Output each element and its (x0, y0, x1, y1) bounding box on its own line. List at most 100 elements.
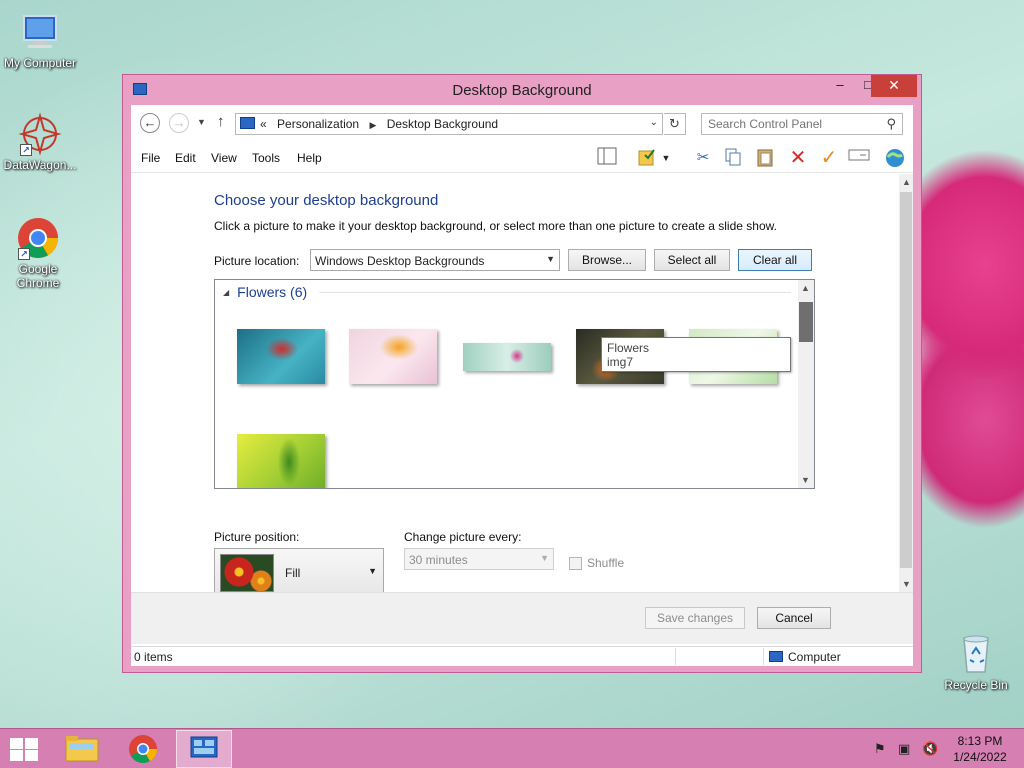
recent-pages-dropdown[interactable]: ▼ (197, 117, 206, 127)
picture-location-select[interactable]: Windows Desktop Backgrounds ▼ (310, 249, 560, 271)
copy-icon[interactable] (721, 147, 745, 169)
cut-icon[interactable]: ✂ (691, 147, 715, 169)
volume-muted-icon[interactable]: 🔇 (922, 741, 938, 757)
thumbnail-flower-3[interactable] (463, 343, 551, 371)
breadcrumb: « Personalization ▶ Desktop Background (260, 117, 505, 131)
breadcrumb-overflow[interactable]: « (260, 117, 267, 131)
thumbnail-flower-2[interactable] (349, 329, 437, 384)
menu-view[interactable]: View (211, 151, 237, 165)
address-dropdown-icon[interactable]: ⌄ (650, 117, 658, 128)
breadcrumb-personalization[interactable]: Personalization (277, 117, 359, 131)
picture-position-value: Fill (285, 566, 301, 580)
search-input[interactable] (708, 117, 868, 131)
taskbar: ⚑ ▣ 🔇 8:13 PM 1/24/2022 (0, 728, 1024, 768)
picture-location-label: Picture location: (214, 254, 300, 268)
network-icon[interactable]: ▣ (898, 741, 910, 757)
select-all-button[interactable]: Select all (654, 249, 730, 271)
breadcrumb-separator-icon[interactable]: ▶ (369, 120, 376, 130)
thumbnail-flower-6[interactable] (237, 434, 325, 488)
scroll-up-icon[interactable]: ▲ (801, 283, 810, 293)
chrome-icon: ↗ (16, 216, 60, 260)
menu-tools[interactable]: Tools (252, 151, 280, 165)
gallery-scroll-thumb[interactable] (799, 302, 813, 342)
refresh-button[interactable]: ↻ (664, 113, 686, 135)
chevron-down-icon: ▼ (540, 553, 549, 563)
menu-bar: File Edit View Tools Help ▼ ✂ ✕ ✓ (131, 143, 913, 173)
collapse-triangle-icon[interactable]: ◢ (223, 288, 229, 297)
system-clock[interactable]: 8:13 PM 1/24/2022 (950, 733, 1010, 765)
folder-icon (65, 736, 99, 762)
control-panel-icon (190, 736, 218, 758)
menu-help[interactable]: Help (297, 151, 322, 165)
check-icon[interactable]: ✓ (817, 147, 841, 169)
desktop-background-window: Desktop Background – □ ✕ ← → ▼ ↑ « Perso… (122, 74, 922, 673)
search-icon[interactable]: ⚲ (886, 116, 896, 132)
main-content: Choose your desktop background Click a p… (131, 174, 913, 598)
desktop-icon-datawagon[interactable]: ↗ DataWagon... (0, 112, 80, 172)
delete-icon[interactable]: ✕ (786, 147, 810, 169)
window-client: ← → ▼ ↑ « Personalization ▶ Desktop Back… (131, 105, 913, 666)
desktop-icon-recycle-bin[interactable]: Recycle Bin (936, 632, 1016, 692)
taskbar-control-panel[interactable] (176, 730, 232, 768)
desktop-icon-label: DataWagon... (3, 158, 77, 172)
chevron-down-icon: ▼ (546, 254, 555, 264)
search-box[interactable]: ⚲ (701, 113, 903, 135)
save-changes-button[interactable]: Save changes (645, 607, 745, 629)
cancel-button[interactable]: Cancel (757, 607, 831, 629)
status-divider (675, 648, 676, 665)
desktop-icon-my-computer[interactable]: My Computer (0, 10, 80, 70)
scroll-up-icon[interactable]: ▲ (902, 177, 911, 187)
status-bar: 0 items Computer (131, 646, 913, 666)
action-center-flag-icon[interactable]: ⚑ (874, 741, 886, 757)
forward-button[interactable]: → (169, 113, 189, 133)
taskbar-file-explorer[interactable] (54, 730, 110, 768)
recycle-bin-icon (954, 632, 998, 676)
desktop-icon-label: Google Chrome (16, 262, 60, 290)
window-title: Desktop Background (452, 82, 592, 99)
dialog-footer: Save changes Cancel (131, 592, 913, 644)
rename-icon[interactable] (847, 147, 871, 169)
taskbar-google-chrome[interactable] (115, 730, 171, 768)
menu-edit[interactable]: Edit (175, 151, 196, 165)
layout-icon[interactable] (595, 147, 619, 169)
page-description: Click a picture to make it your desktop … (214, 219, 777, 233)
windows-logo-icon (25, 738, 38, 749)
thumbnail-tooltip: Flowers img7 (601, 337, 791, 372)
content-scrollbar[interactable]: ▲ ▼ (899, 174, 913, 592)
windows-logo-icon (25, 750, 38, 761)
breadcrumb-desktop-background[interactable]: Desktop Background (387, 117, 498, 131)
scroll-down-icon[interactable]: ▼ (902, 579, 911, 589)
close-button[interactable]: ✕ (871, 75, 917, 97)
change-interval-select[interactable]: 30 minutes ▼ (404, 548, 554, 570)
group-header-flowers[interactable]: ◢ Flowers (6) (223, 284, 307, 300)
paste-icon[interactable] (753, 147, 777, 169)
globe-icon[interactable] (883, 147, 907, 169)
minimize-button[interactable]: – (826, 75, 854, 97)
clock-time: 8:13 PM (957, 734, 1003, 748)
back-button[interactable]: ← (140, 113, 160, 133)
title-bar[interactable]: Desktop Background – □ ✕ (123, 75, 921, 105)
shortcut-arrow-icon: ↗ (18, 248, 30, 260)
content-scroll-thumb[interactable] (900, 192, 912, 568)
menu-file[interactable]: File (141, 151, 160, 165)
properties-icon[interactable] (635, 147, 659, 169)
chevron-down-icon[interactable]: ▼ (659, 147, 673, 169)
change-interval-value: 30 minutes (409, 553, 468, 567)
browse-button[interactable]: Browse... (568, 249, 646, 271)
shuffle-checkbox[interactable] (569, 557, 582, 570)
desktop-icon-google-chrome[interactable]: ↗ Google Chrome (0, 216, 78, 290)
chrome-icon (129, 735, 157, 763)
thumbnail-flower-1[interactable] (237, 329, 325, 384)
start-button[interactable] (8, 737, 38, 761)
up-button[interactable]: ↑ (217, 113, 225, 130)
navigation-bar: ← → ▼ ↑ « Personalization ▶ Desktop Back… (131, 105, 913, 143)
picture-position-select[interactable]: Fill ▼ (214, 548, 384, 598)
clear-all-button[interactable]: Clear all (738, 249, 812, 271)
desktop-icon-label: Recycle Bin (944, 678, 1008, 692)
address-bar[interactable]: « Personalization ▶ Desktop Background ⌄ (235, 113, 663, 135)
change-picture-label: Change picture every: (404, 530, 522, 544)
tooltip-line-1: Flowers (607, 341, 650, 355)
gallery-scrollbar[interactable]: ▲ ▼ (798, 280, 814, 488)
scroll-down-icon[interactable]: ▼ (801, 475, 810, 485)
group-title: Flowers (6) (237, 284, 308, 300)
